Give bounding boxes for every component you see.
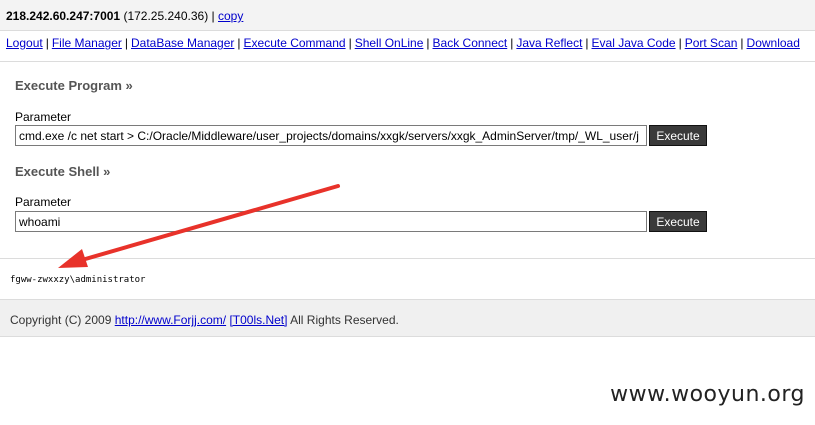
nav-back-connect[interactable]: Back Connect bbox=[433, 36, 508, 50]
nav-database-manager[interactable]: DataBase Manager bbox=[131, 36, 234, 50]
nav-port-scan[interactable]: Port Scan bbox=[685, 36, 738, 50]
copy-link[interactable]: copy bbox=[218, 9, 243, 23]
nav-shell-online[interactable]: Shell OnLine bbox=[355, 36, 424, 50]
footer-rights: All Rights Reserved. bbox=[290, 313, 399, 327]
nav-execute-command[interactable]: Execute Command bbox=[244, 36, 346, 50]
internal-ip: (172.25.240.36) bbox=[123, 9, 209, 23]
nav-separator: | bbox=[740, 36, 744, 50]
footer-copyright: Copyright (C) 2009 bbox=[10, 313, 112, 327]
program-parameter-input[interactable] bbox=[15, 125, 647, 146]
footer-link-forjj[interactable]: http://www.Forjj.com/ bbox=[115, 313, 226, 327]
nav-separator: | bbox=[348, 36, 352, 50]
nav-divider bbox=[0, 61, 815, 62]
command-output: fgww-zwxxzy\administrator bbox=[10, 275, 146, 285]
nav-separator: | bbox=[678, 36, 682, 50]
execute-program-button[interactable]: Execute bbox=[649, 125, 707, 146]
nav-separator: | bbox=[124, 36, 128, 50]
execute-shell-title: Execute Shell » bbox=[15, 164, 111, 179]
nav-java-reflect[interactable]: Java Reflect bbox=[516, 36, 582, 50]
program-parameter-label: Parameter bbox=[15, 110, 72, 124]
output-divider bbox=[0, 258, 815, 259]
nav-separator: | bbox=[237, 36, 241, 50]
nav-file-manager[interactable]: File Manager bbox=[52, 36, 122, 50]
nav-download[interactable]: Download bbox=[747, 36, 800, 50]
shell-parameter-label: Parameter bbox=[15, 195, 72, 209]
execute-program-title: Execute Program » bbox=[15, 78, 133, 93]
footer-link-t00ls[interactable]: [T00ls.Net] bbox=[229, 313, 287, 327]
footer: Copyright (C) 2009 http://www.Forjj.com/… bbox=[0, 299, 815, 337]
execute-shell-button[interactable]: Execute bbox=[649, 211, 707, 232]
nav-separator: | bbox=[510, 36, 514, 50]
watermark: www.wooyun.org bbox=[610, 382, 805, 407]
host-address: 218.242.60.247:7001 bbox=[6, 9, 121, 23]
nav-logout[interactable]: Logout bbox=[6, 36, 43, 50]
top-bar: 218.242.60.247:7001 (172.25.240.36) | co… bbox=[0, 0, 815, 31]
shell-parameter-input[interactable] bbox=[15, 211, 647, 232]
nav-eval-java-code[interactable]: Eval Java Code bbox=[592, 36, 676, 50]
nav-separator: | bbox=[426, 36, 430, 50]
nav-separator: | bbox=[45, 36, 49, 50]
nav-separator: | bbox=[585, 36, 589, 50]
nav-bar: Logout | File Manager | DataBase Manager | Exe… bbox=[6, 36, 815, 52]
header-separator: | bbox=[211, 9, 215, 23]
